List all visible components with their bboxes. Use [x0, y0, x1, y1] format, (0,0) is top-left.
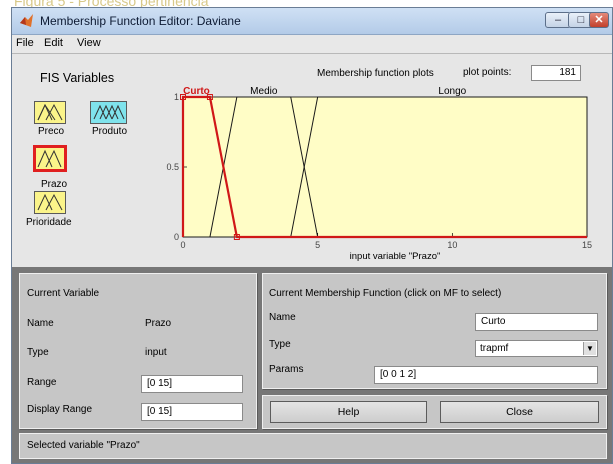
x-tick-label: 5 [315, 240, 320, 250]
menu-bar: File Edit View [12, 35, 612, 54]
mf-params-input[interactable]: [0 0 1 2] [374, 366, 598, 384]
mf-params-label: Params [269, 364, 304, 375]
cv-name-value: Prazo [145, 318, 172, 329]
mf-label-curto[interactable]: Curto [183, 86, 210, 97]
close-window-button[interactable]: ✕ [589, 12, 609, 28]
current-variable-header: Current Variable [27, 288, 100, 299]
cv-display-range-label: Display Range [27, 404, 93, 415]
dropdown-arrow-icon: ▼ [583, 342, 596, 355]
close-button[interactable]: Close [440, 401, 599, 423]
mf-type-dropdown[interactable]: trapmf ▼ [475, 340, 598, 357]
display-range-input[interactable]: [0 15] [141, 403, 243, 421]
mf-label-longo[interactable]: Longo [438, 86, 466, 97]
document-caption-strip: Figura 5 - Processo pertinencia [0, 0, 613, 9]
mf-name-input[interactable]: Curto [475, 313, 598, 331]
status-bar: Selected variable "Prazo" [19, 433, 607, 459]
cv-range-label: Range [27, 377, 57, 388]
current-mf-header: Current Membership Function (click on MF… [269, 288, 502, 299]
x-tick-label: 10 [447, 240, 457, 250]
membership-function-plot[interactable]: 0 5 10 15 0 0.5 1 input variable "Prazo" Medio Lo… [12, 54, 612, 267]
x-axis-label: input variable "Prazo" [350, 251, 441, 262]
mf-name-label: Name [269, 312, 296, 323]
menu-view[interactable]: View [77, 37, 101, 49]
lower-area: Current Variable Name Prazo Type input R… [12, 267, 612, 463]
mf-label-medio[interactable]: Medio [250, 86, 278, 97]
menu-file[interactable]: File [16, 37, 34, 49]
status-text: Selected variable "Prazo" [27, 440, 140, 451]
title-bar: Membership Function Editor: Daviane – □ … [12, 8, 612, 35]
cv-type-value: input [145, 347, 167, 358]
y-tick-label: 0.5 [166, 162, 179, 172]
mf-type-label: Type [269, 339, 291, 350]
cv-type-label: Type [27, 347, 49, 358]
plot-area [182, 96, 588, 238]
button-panel: Help Close [262, 395, 607, 429]
range-input[interactable]: [0 15] [141, 375, 243, 393]
mf-type-value: trapmf [480, 343, 509, 354]
x-tick-label: 0 [180, 240, 185, 250]
window-title: Membership Function Editor: Daviane [40, 14, 241, 28]
cv-name-label: Name [27, 318, 54, 329]
x-tick-label: 15 [582, 240, 592, 250]
matlab-logo-icon [20, 14, 33, 27]
y-tick-label: 0 [174, 232, 179, 242]
current-mf-panel: Current Membership Function (click on MF… [262, 273, 607, 389]
help-button[interactable]: Help [270, 401, 427, 423]
y-tick-label: 1 [174, 92, 179, 102]
upper-area: FIS Variables Preco Produto Prazo Priori… [12, 54, 612, 267]
current-variable-panel: Current Variable Name Prazo Type input R… [19, 273, 257, 429]
menu-edit[interactable]: Edit [44, 37, 63, 49]
mf-editor-window: Membership Function Editor: Daviane – □ … [11, 7, 613, 464]
